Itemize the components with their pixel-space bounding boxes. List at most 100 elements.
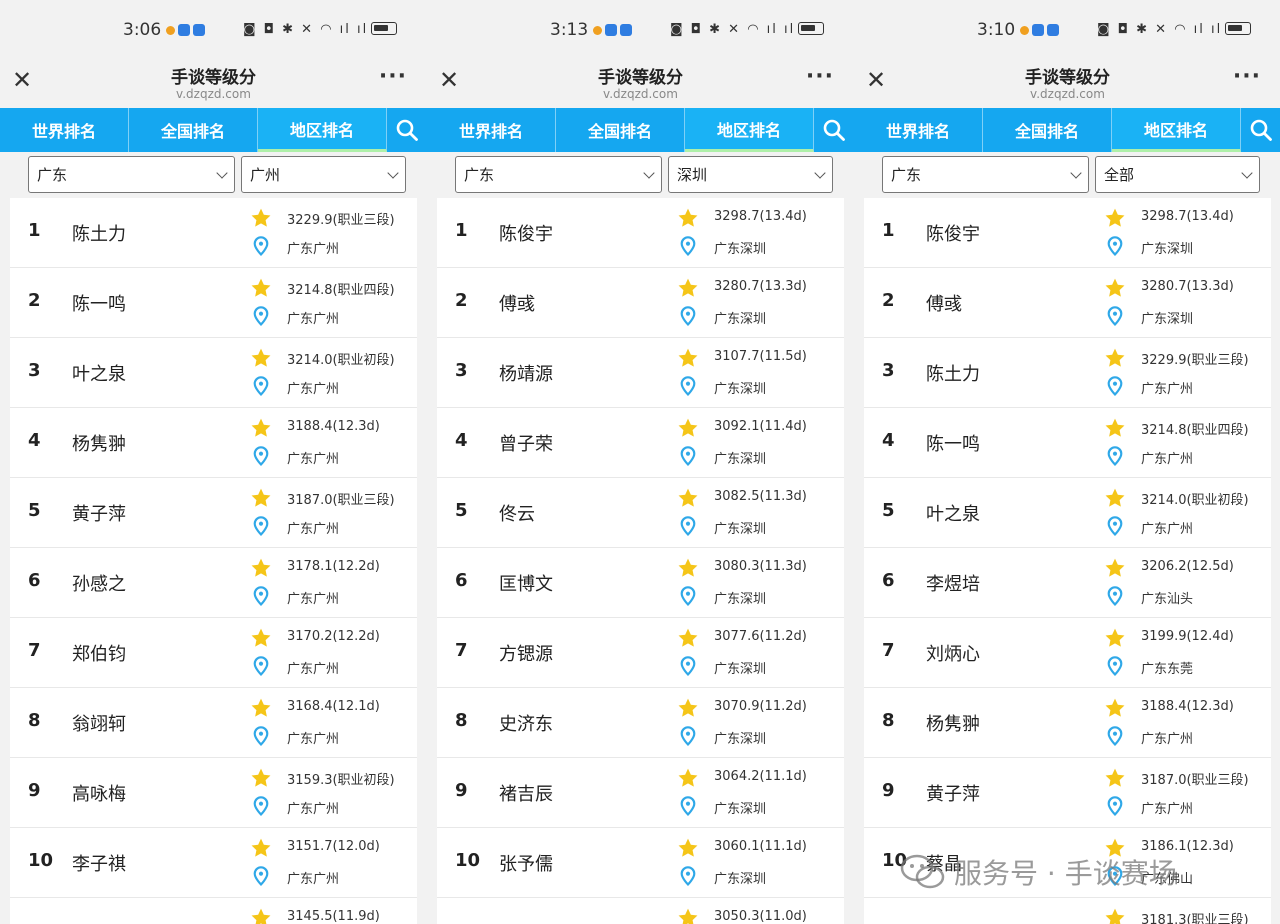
more-menu-icon[interactable]: ··· — [379, 64, 407, 89]
location-pin-icon — [1106, 586, 1124, 606]
rank-number: 5 — [455, 500, 468, 521]
wechat-icon — [900, 854, 945, 889]
phone-screenshot: 3:13 ◙ ◘ ✱ ✕ ◠ ıl ıl ✕ 手谈等级分 v.dzqzd.com… — [427, 0, 854, 924]
ranking-row[interactable]: 3050.3(11.0d) — [437, 898, 844, 924]
rank-number: 10 — [455, 850, 481, 871]
ranking-row[interactable]: 1 陈俊宇 3298.7(13.4d) 广东深圳 — [864, 198, 1271, 268]
ranking-row[interactable]: 10 张予儒 3060.1(11.1d) 广东深圳 — [437, 828, 844, 898]
province-select[interactable]: 广东 — [28, 156, 235, 193]
city-select[interactable]: 全部 — [1095, 156, 1260, 193]
player-location: 广东深圳 — [714, 452, 767, 467]
rank-number: 9 — [455, 780, 468, 801]
tab-regional[interactable]: 地区排名 — [1112, 108, 1241, 152]
tab-world[interactable]: 世界排名 — [0, 108, 129, 152]
star-icon — [250, 417, 272, 439]
ranking-row[interactable]: 5 黄子萍 3187.0(职业三段) 广东广州 — [10, 478, 417, 548]
ranking-row[interactable]: 1 陈土力 3229.9(职业三段) 广东广州 — [10, 198, 417, 268]
ranking-row[interactable]: 2 傅彧 3280.7(13.3d) 广东深圳 — [864, 268, 1271, 338]
rating-score: 3214.0(职业初段) — [1141, 493, 1249, 508]
phone-screenshot: 3:10 ◙ ◘ ✱ ✕ ◠ ıl ıl ✕ 手谈等级分 v.dzqzd.com… — [854, 0, 1280, 924]
city-select[interactable]: 深圳 — [668, 156, 833, 193]
ranking-row[interactable]: 7 方锶源 3077.6(11.2d) 广东深圳 — [437, 618, 844, 688]
chevron-down-icon — [216, 166, 228, 179]
ranking-row[interactable]: 3145.5(11.9d) — [10, 898, 417, 924]
player-location: 广东广州 — [287, 452, 340, 467]
player-name: 褚吉辰 — [499, 784, 553, 805]
rank-number: 9 — [882, 780, 895, 801]
ranking-row[interactable]: 9 黄子萍 3187.0(职业三段) 广东广州 — [864, 758, 1271, 828]
browser-titlebar: ✕ 手谈等级分 v.dzqzd.com ··· — [854, 58, 1280, 108]
ranking-row[interactable]: 5 叶之泉 3214.0(职业初段) 广东广州 — [864, 478, 1271, 548]
location-pin-icon — [252, 376, 270, 396]
tab-national[interactable]: 全国排名 — [556, 108, 685, 152]
ranking-row[interactable]: 9 高咏梅 3159.3(职业初段) 广东广州 — [10, 758, 417, 828]
search-icon[interactable] — [387, 108, 427, 152]
location-pin-icon — [252, 726, 270, 746]
search-icon[interactable] — [814, 108, 854, 152]
rating-score: 3170.2(12.2d) — [287, 629, 380, 644]
ranking-row[interactable]: 6 李煜培 3206.2(12.5d) 广东汕头 — [864, 548, 1271, 618]
chevron-down-icon — [814, 166, 826, 179]
ranking-row[interactable]: 2 陈一鸣 3214.8(职业四段) 广东广州 — [10, 268, 417, 338]
rating-score: 3188.4(12.3d) — [287, 419, 380, 434]
ranking-row[interactable]: 8 史济东 3070.9(11.2d) 广东深圳 — [437, 688, 844, 758]
player-location: 广东广州 — [287, 242, 340, 257]
ranking-row[interactable]: 6 匡博文 3080.3(11.3d) 广东深圳 — [437, 548, 844, 618]
player-name: 傅彧 — [926, 294, 962, 315]
location-pin-icon — [679, 376, 697, 396]
ranking-row[interactable]: 4 曾子荣 3092.1(11.4d) 广东深圳 — [437, 408, 844, 478]
tab-world[interactable]: 世界排名 — [427, 108, 556, 152]
ranking-row[interactable]: 8 杨隽翀 3188.4(12.3d) 广东广州 — [864, 688, 1271, 758]
star-icon — [677, 767, 699, 789]
player-location: 广东广州 — [287, 802, 340, 817]
ranking-row[interactable]: 4 陈一鸣 3214.8(职业四段) 广东广州 — [864, 408, 1271, 478]
rating-score: 3188.4(12.3d) — [1141, 699, 1234, 714]
ranking-row[interactable]: 2 傅彧 3280.7(13.3d) 广东深圳 — [437, 268, 844, 338]
ranking-row[interactable]: 5 佟云 3082.5(11.3d) 广东深圳 — [437, 478, 844, 548]
province-select[interactable]: 广东 — [455, 156, 662, 193]
player-name: 翁翊轲 — [72, 714, 126, 735]
ranking-row[interactable]: 3 陈土力 3229.9(职业三段) 广东广州 — [864, 338, 1271, 408]
more-menu-icon[interactable]: ··· — [1233, 64, 1261, 89]
ranking-row[interactable]: 3 叶之泉 3214.0(职业初段) 广东广州 — [10, 338, 417, 408]
page-url: v.dzqzd.com — [176, 87, 251, 101]
star-icon — [677, 277, 699, 299]
ranking-row[interactable]: 4 杨隽翀 3188.4(12.3d) 广东广州 — [10, 408, 417, 478]
ranking-row[interactable]: 9 褚吉辰 3064.2(11.1d) 广东深圳 — [437, 758, 844, 828]
rank-number: 3 — [455, 360, 468, 381]
player-location: 广东深圳 — [714, 872, 767, 887]
ranking-row[interactable]: 3 杨靖源 3107.7(11.5d) 广东深圳 — [437, 338, 844, 408]
player-location: 广东深圳 — [714, 382, 767, 397]
tab-national[interactable]: 全国排名 — [129, 108, 258, 152]
ranking-row[interactable]: 3181.3(职业三段) — [864, 898, 1271, 924]
tab-regional[interactable]: 地区排名 — [258, 108, 387, 152]
notification-icons — [1020, 24, 1059, 36]
tab-world[interactable]: 世界排名 — [854, 108, 983, 152]
rank-number: 4 — [28, 430, 41, 451]
player-name: 李煜培 — [926, 574, 980, 595]
ranking-row[interactable]: 6 孙感之 3178.1(12.2d) 广东广州 — [10, 548, 417, 618]
rating-score: 3080.3(11.3d) — [714, 559, 807, 574]
tab-national[interactable]: 全国排名 — [983, 108, 1112, 152]
city-select[interactable]: 广州 — [241, 156, 406, 193]
app-icon — [1047, 24, 1059, 36]
rating-score: 3298.7(13.4d) — [714, 209, 807, 224]
tab-regional[interactable]: 地区排名 — [685, 108, 814, 152]
location-pin-icon — [1106, 376, 1124, 396]
rank-number: 5 — [28, 500, 41, 521]
province-value: 广东 — [37, 166, 68, 184]
search-icon[interactable] — [1241, 108, 1280, 152]
more-menu-icon[interactable]: ··· — [806, 64, 834, 89]
player-name: 叶之泉 — [926, 504, 980, 525]
battery-icon — [1225, 22, 1252, 35]
ranking-row[interactable]: 8 翁翊轲 3168.4(12.1d) 广东广州 — [10, 688, 417, 758]
rating-score: 3187.0(职业三段) — [287, 493, 395, 508]
city-value: 全部 — [1104, 166, 1135, 184]
status-time: 3:10 — [977, 20, 1016, 40]
province-select[interactable]: 广东 — [882, 156, 1089, 193]
region-filters: 广东 广州 — [28, 156, 406, 193]
ranking-row[interactable]: 7 郑伯钧 3170.2(12.2d) 广东广州 — [10, 618, 417, 688]
ranking-row[interactable]: 7 刘炳心 3199.9(12.4d) 广东东莞 — [864, 618, 1271, 688]
ranking-row[interactable]: 10 李子祺 3151.7(12.0d) 广东广州 — [10, 828, 417, 898]
ranking-row[interactable]: 1 陈俊宇 3298.7(13.4d) 广东深圳 — [437, 198, 844, 268]
